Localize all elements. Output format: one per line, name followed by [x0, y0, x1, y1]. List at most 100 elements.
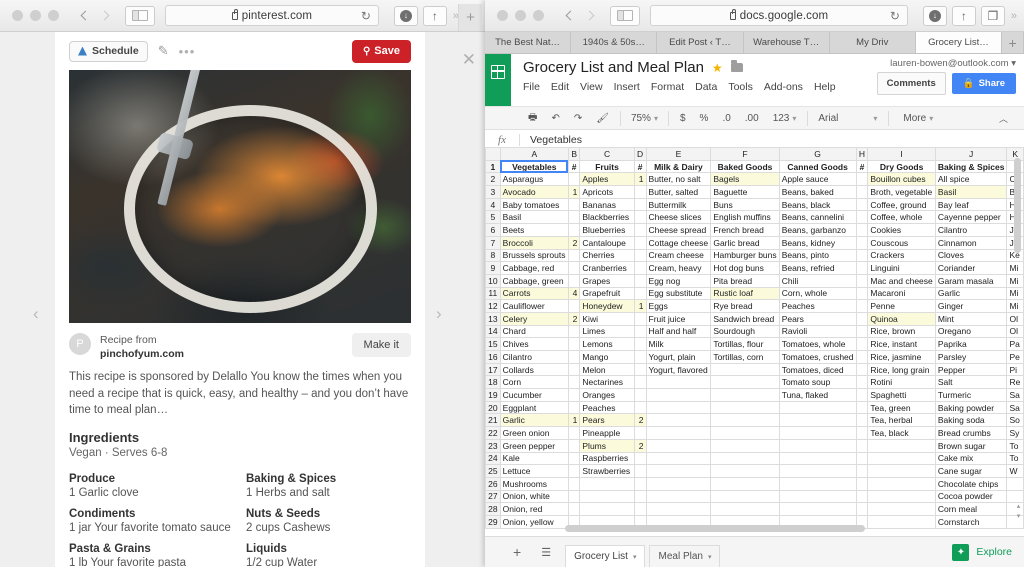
grid-cell[interactable]: Garlic	[499, 413, 569, 428]
grid-cell[interactable]	[855, 311, 869, 326]
grid-cell[interactable]: 2	[567, 235, 581, 250]
grid-cell[interactable]	[633, 235, 647, 250]
grid-cell[interactable]: Onion, red	[499, 502, 569, 516]
grid-cell[interactable]	[645, 438, 712, 453]
grid-cell[interactable]: Mushrooms	[499, 476, 569, 491]
grid-cell[interactable]: Cauliflower	[499, 299, 569, 313]
grid-cell[interactable]	[855, 324, 869, 339]
grid-cell[interactable]	[710, 362, 780, 377]
header-cell[interactable]: #	[633, 159, 647, 174]
grid-cell[interactable]	[633, 261, 647, 275]
grid-cell[interactable]	[567, 261, 581, 275]
grid-cell[interactable]: Bananas	[579, 197, 635, 212]
grid-cell[interactable]: Bagels	[710, 172, 780, 187]
increase-decimal-button[interactable]: .00	[738, 106, 766, 130]
browser-tab[interactable]: 1940s & 50s…	[571, 32, 658, 53]
grid-cell[interactable]: Bread crumbs	[934, 426, 1008, 440]
grid-cell[interactable]	[567, 400, 581, 415]
more-toolbar-button[interactable]: More ▾	[893, 106, 940, 130]
grid-cell[interactable]: Apples	[579, 172, 635, 187]
grid-cell[interactable]: Cookies	[867, 223, 936, 237]
grid-cell[interactable]	[867, 438, 936, 453]
grid-cell[interactable]: Rice, brown	[867, 324, 936, 339]
grid-cell[interactable]	[855, 210, 869, 225]
schedule-button[interactable]: Schedule	[69, 40, 148, 62]
row-header-22[interactable]: 22	[485, 426, 501, 440]
grid-cell[interactable]: Hot dog buns	[710, 261, 780, 275]
grid-cell[interactable]: Rotini	[867, 375, 936, 390]
grid-cell[interactable]	[778, 413, 857, 428]
menu-item-file[interactable]: File	[523, 81, 540, 93]
grid-cell[interactable]: Cane sugar	[934, 464, 1008, 478]
downloads-button-right[interactable]: ↓	[922, 5, 947, 26]
chevron-down-icon[interactable]: ▾	[708, 553, 712, 561]
grid-cell[interactable]: Grapefruit	[579, 286, 635, 301]
grid-cell[interactable]: Rice, jasmine	[867, 350, 936, 364]
grid-cell[interactable]	[645, 400, 712, 415]
grid-cell[interactable]	[645, 426, 712, 440]
grid-cell[interactable]: Cabbage, green	[499, 273, 569, 288]
grid-cell[interactable]: Green onion	[499, 426, 569, 440]
page-title[interactable]: Grocery List and Meal Plan	[523, 59, 704, 76]
grid-cell[interactable]: Honeydew	[579, 299, 635, 313]
grid-cell[interactable]: 4	[567, 286, 581, 301]
grid-cell[interactable]	[633, 197, 647, 212]
grid-cell[interactable]	[567, 248, 581, 263]
header-cell[interactable]: Milk & Dairy	[645, 159, 712, 174]
grid-cell[interactable]	[633, 476, 647, 491]
address-bar-right[interactable]: docs.google.com ↻	[650, 5, 908, 26]
spreadsheet-grid[interactable]: A B C D E F G H I J K 1 Vegetables # Fruits # Milk & Dai…	[485, 147, 1024, 529]
grid-cell[interactable]	[567, 388, 581, 402]
grid-cell[interactable]: Rustic loaf	[710, 286, 780, 301]
column-header-E[interactable]: E	[645, 147, 712, 161]
grid-cell[interactable]: Tortillas, flour	[710, 337, 780, 351]
grid-cell[interactable]: Garlic bread	[710, 235, 780, 250]
grid-cell[interactable]: Oranges	[579, 388, 635, 402]
grid-cell[interactable]	[645, 451, 712, 466]
header-cell[interactable]: Dry Goods	[867, 159, 936, 174]
grid-cell[interactable]	[855, 223, 869, 237]
grid-cell[interactable]: Beans, garbanzo	[778, 223, 857, 237]
grid-cell[interactable]: Brown sugar	[934, 438, 1008, 453]
grid-cell[interactable]: Fruit juice	[645, 311, 712, 326]
explore-button[interactable]: ✦ Explore	[952, 543, 1012, 561]
grid-cell[interactable]	[633, 375, 647, 390]
menu-item-data[interactable]: Data	[695, 81, 717, 93]
grid-cell[interactable]: Quinoa	[867, 311, 936, 326]
grid-cell[interactable]	[710, 438, 780, 453]
grid-cell[interactable]	[567, 223, 581, 237]
grid-cell[interactable]: Cherries	[579, 248, 635, 263]
minimize-window-button-right[interactable]	[515, 10, 526, 21]
grid-cell[interactable]	[867, 476, 936, 491]
grid-cell[interactable]: Broth, vegetable	[867, 185, 936, 199]
more-options-icon[interactable]: •••	[179, 44, 196, 59]
decrease-decimal-button[interactable]: .0	[715, 106, 737, 130]
grid-cell[interactable]	[710, 476, 780, 491]
grid-cell[interactable]	[855, 235, 869, 250]
grid-cell[interactable]	[633, 426, 647, 440]
grid-cell[interactable]: Pears	[579, 413, 635, 428]
grid-cell[interactable]: Mango	[579, 350, 635, 364]
grid-cell[interactable]: Sourdough	[710, 324, 780, 339]
menu-item-edit[interactable]: Edit	[551, 81, 569, 93]
grid-cell[interactable]: Cilantro	[934, 223, 1008, 237]
address-bar[interactable]: pinterest.com ↻	[165, 5, 379, 26]
browser-tab[interactable]: My Driv	[829, 32, 916, 53]
close-window-button[interactable]	[12, 10, 23, 21]
grid-cell[interactable]: Corn meal	[934, 502, 1008, 516]
select-all-corner[interactable]	[485, 147, 501, 161]
grid-cell[interactable]	[710, 388, 780, 402]
print-button[interactable]: 🖶	[521, 106, 544, 130]
grid-cell[interactable]: Cake mix	[934, 451, 1008, 466]
grid-cell[interactable]	[710, 413, 780, 428]
grid-cell[interactable]: Avocado	[499, 185, 569, 199]
grid-cell[interactable]: 2	[633, 413, 647, 428]
grid-cell[interactable]	[645, 375, 712, 390]
grid-cell[interactable]: Lettuce	[499, 464, 569, 478]
grid-cell[interactable]	[633, 210, 647, 225]
grid-cell[interactable]: Yogurt, flavored	[645, 362, 712, 377]
grid-cell[interactable]	[778, 489, 857, 504]
grid-cell[interactable]: Coffee, whole	[867, 210, 936, 225]
grid-cell[interactable]	[855, 197, 869, 212]
column-header-I[interactable]: I	[867, 147, 936, 161]
